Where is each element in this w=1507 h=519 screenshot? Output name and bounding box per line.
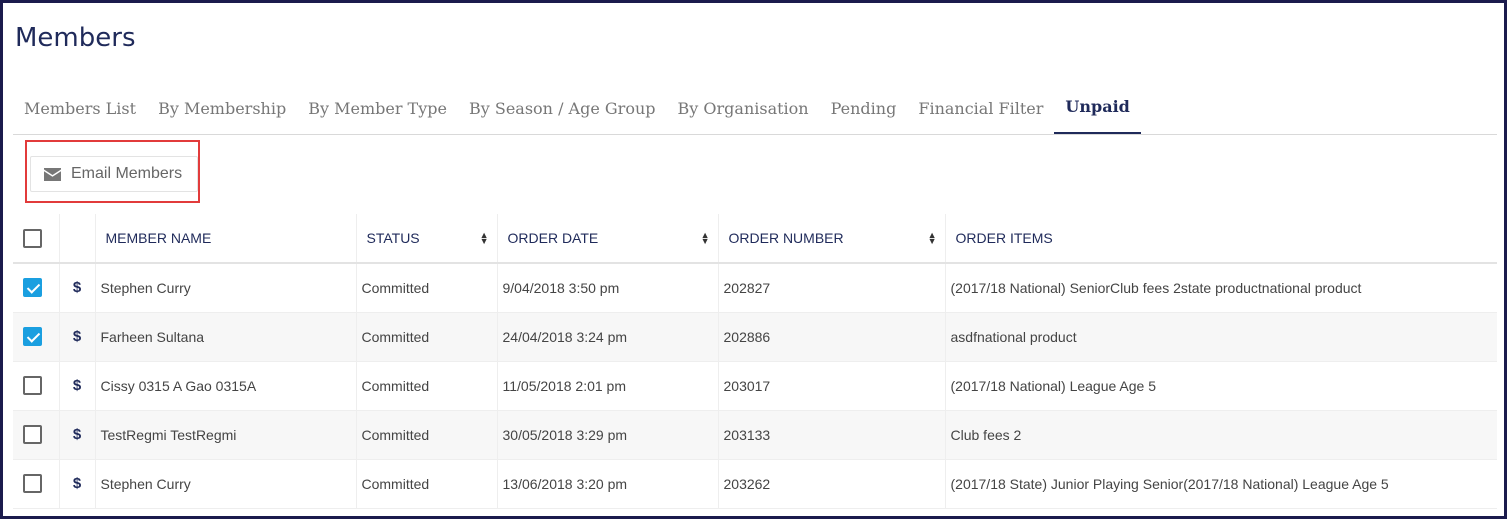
tab-by-membership[interactable]: By Membership	[147, 86, 297, 134]
table-row[interactable]: $ TestRegmi TestRegmi Committed 30/05/20…	[13, 410, 1497, 460]
order-date: 24/04/2018 3:24 pm	[497, 312, 719, 362]
icon-column-header	[59, 214, 96, 264]
status: Committed	[356, 263, 498, 313]
table-row[interactable]: $ Stephen Curry Committed 13/06/2018 3:2…	[13, 459, 1497, 509]
order-number: 202886	[718, 312, 946, 362]
status: Committed	[356, 361, 498, 411]
table-row[interactable]: $ Cissy 0315 A Gao 0315A Committed 11/05…	[13, 361, 1497, 411]
email-members-label: Email Members	[71, 165, 183, 182]
status: Committed	[356, 410, 498, 460]
sort-icon[interactable]: ▲ ▼	[928, 231, 937, 246]
table-row[interactable]: $ Farheen Sultana Committed 24/04/2018 3…	[13, 312, 1497, 362]
select-all-cell	[13, 214, 60, 264]
member-name: Cissy 0315 A Gao 0315A	[95, 361, 357, 411]
tab-members-list[interactable]: Members List	[13, 86, 147, 134]
member-name: Stephen Curry	[95, 263, 357, 313]
tab-unpaid[interactable]: Unpaid	[1054, 86, 1141, 134]
order-items: (2017/18 National) League Age 5	[945, 361, 1497, 411]
tab-pending[interactable]: Pending	[820, 86, 908, 134]
status: Committed	[356, 459, 498, 509]
dollar-icon[interactable]: $	[73, 279, 81, 296]
order-items: Club fees 2	[945, 410, 1497, 460]
order-number: 203262	[718, 459, 946, 509]
tab-by-season-age-group[interactable]: By Season / Age Group	[458, 86, 667, 134]
order-items: (2017/18 State) Junior Playing Senior(20…	[945, 459, 1497, 509]
order-number: 203133	[718, 410, 946, 460]
dollar-icon[interactable]: $	[73, 475, 81, 492]
column-header-order-date[interactable]: ORDER DATE ▲ ▼	[497, 214, 719, 264]
order-date: 9/04/2018 3:50 pm	[497, 263, 719, 313]
order-items: (2017/18 National) SeniorClub fees 2stat…	[945, 263, 1497, 313]
member-name: Stephen Curry	[95, 459, 357, 509]
order-date: 30/05/2018 3:29 pm	[497, 410, 719, 460]
dollar-icon[interactable]: $	[73, 426, 81, 443]
email-members-button[interactable]: Email Members	[30, 156, 198, 192]
table-row[interactable]: $ Stephen Curry Committed 9/04/2018 3:50…	[13, 263, 1497, 313]
row-checkbox[interactable]	[23, 425, 42, 444]
tab-financial-filter[interactable]: Financial Filter	[907, 86, 1054, 134]
column-header-status[interactable]: STATUS ▲ ▼	[356, 214, 498, 264]
tab-by-member-type[interactable]: By Member Type	[297, 86, 458, 134]
status: Committed	[356, 312, 498, 362]
member-name: TestRegmi TestRegmi	[95, 410, 357, 460]
envelope-icon	[44, 167, 61, 181]
order-date: 11/05/2018 2:01 pm	[497, 361, 719, 411]
order-number: 203017	[718, 361, 946, 411]
column-header-member-name[interactable]: MEMBER NAME	[95, 214, 357, 264]
order-items: asdfnational product	[945, 312, 1497, 362]
column-header-order-number[interactable]: ORDER NUMBER ▲ ▼	[718, 214, 946, 264]
row-checkbox[interactable]	[23, 376, 42, 395]
tab-by-organisation[interactable]: By Organisation	[667, 86, 820, 134]
members-table: MEMBER NAME STATUS ▲ ▼ ORDER DATE ▲ ▼ ORDER …	[13, 214, 1497, 509]
tab-bar: Members List By Membership By Member Typ…	[13, 87, 1497, 135]
app-frame: Members Members List By Membership By Me…	[0, 0, 1507, 519]
dollar-icon[interactable]: $	[73, 328, 81, 345]
sort-icon[interactable]: ▲ ▼	[701, 231, 710, 246]
page-title: Members	[15, 23, 136, 53]
row-checkbox[interactable]	[23, 327, 42, 346]
sort-icon[interactable]: ▲ ▼	[480, 231, 489, 246]
column-header-order-items[interactable]: ORDER ITEMS	[945, 214, 1497, 264]
row-checkbox[interactable]	[23, 474, 42, 493]
order-number: 202827	[718, 263, 946, 313]
order-date: 13/06/2018 3:20 pm	[497, 459, 719, 509]
member-name: Farheen Sultana	[95, 312, 357, 362]
select-all-checkbox[interactable]	[23, 228, 42, 248]
row-checkbox[interactable]	[23, 278, 42, 298]
table-header-row: MEMBER NAME STATUS ▲ ▼ ORDER DATE ▲ ▼ ORDER …	[13, 214, 1497, 264]
dollar-icon[interactable]: $	[73, 377, 81, 394]
